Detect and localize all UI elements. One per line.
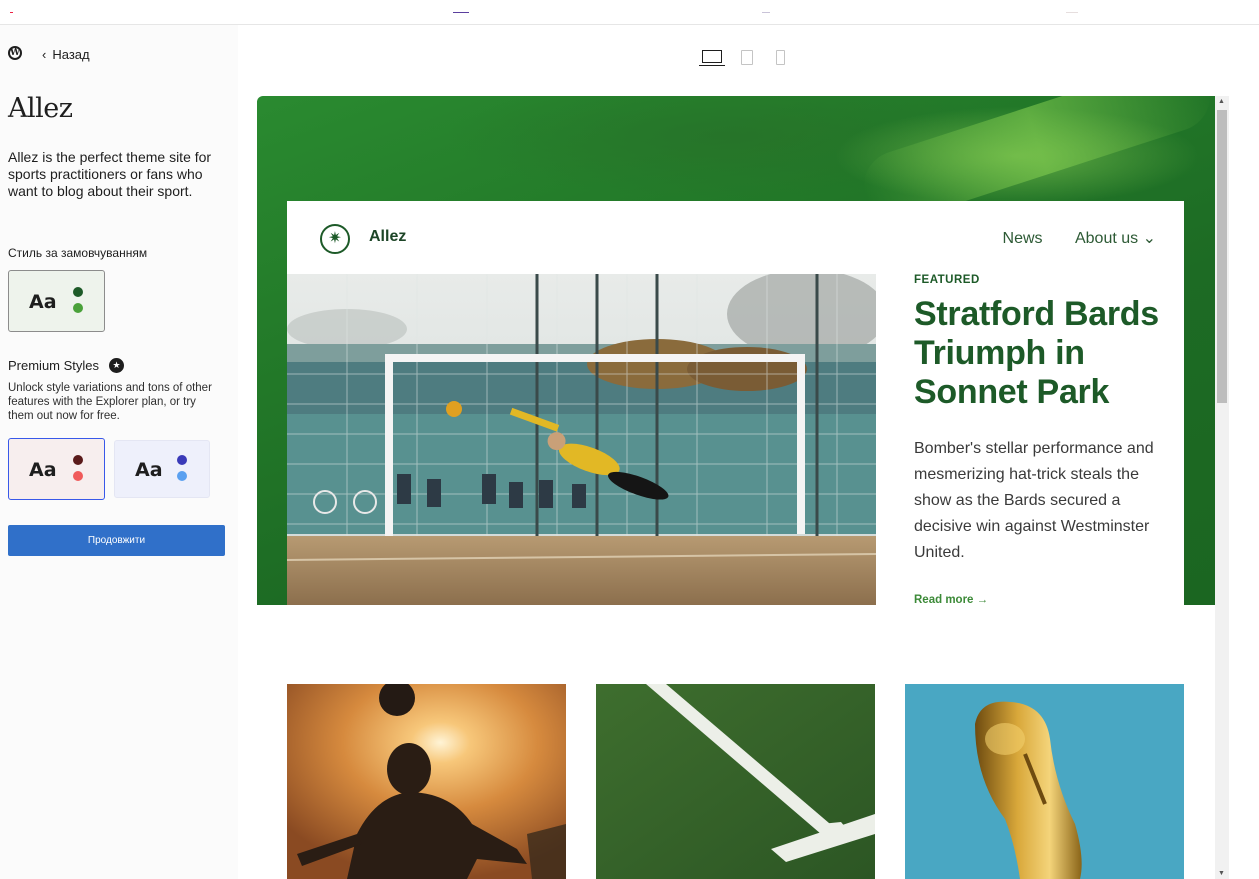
post-thumbnail-2[interactable]: [596, 684, 875, 879]
goalkeeper-photo: [287, 274, 876, 605]
preview-scrollbar[interactable]: ▲ ▼: [1215, 96, 1229, 879]
post-thumbnail-1[interactable]: [287, 684, 566, 879]
style-color-swatch: [177, 455, 187, 465]
site-navigation: News About us ⌄: [975, 228, 1156, 248]
browser-top-strip: [0, 0, 1259, 25]
featured-label: FEATURED: [914, 274, 980, 286]
wordpress-logo-icon[interactable]: W: [8, 46, 22, 60]
field-lines-photo: [596, 684, 875, 879]
theme-title: Allez: [8, 93, 73, 124]
sunset-header-photo: [287, 684, 566, 879]
premium-styles-title: Premium Styles: [8, 358, 100, 373]
style-sample-text: Aa: [135, 459, 163, 481]
strip-mark: [10, 12, 13, 13]
style-color-swatch: [73, 303, 83, 313]
strip-mark: [453, 12, 469, 13]
premium-star-icon: ★: [109, 358, 124, 373]
style-color-swatch: [177, 471, 187, 481]
scroll-up-icon[interactable]: ▲: [1218, 98, 1225, 105]
style-variation-premium-2[interactable]: Aa: [114, 440, 210, 498]
trophy-photo: [905, 684, 1184, 879]
strip-mark: [762, 12, 770, 13]
back-label: Назад: [52, 47, 90, 62]
featured-image[interactable]: [287, 274, 876, 605]
site-title[interactable]: Allez: [369, 228, 406, 246]
style-sample-text: Aa: [29, 459, 57, 481]
site-logo-icon[interactable]: ✷: [320, 224, 350, 254]
style-variation-default[interactable]: Aa: [8, 270, 105, 332]
post-thumbnail-3[interactable]: [905, 684, 1184, 879]
nav-item-about-us[interactable]: About us ⌄: [1075, 230, 1156, 247]
mobile-icon[interactable]: [776, 50, 785, 65]
back-button[interactable]: ‹ Назад: [42, 47, 90, 62]
theme-description: Allez is the perfect theme site for spor…: [8, 149, 212, 199]
style-variation-premium-1[interactable]: Aa: [8, 438, 105, 500]
premium-styles-description: Unlock style variations and tons of othe…: [8, 382, 212, 422]
desktop-icon[interactable]: [699, 50, 725, 66]
read-more-link[interactable]: Read more →: [914, 594, 988, 606]
theme-preview: ✷ Allez News About us ⌄ FEATURED Stratfo…: [257, 96, 1215, 879]
strip-mark: [1066, 12, 1078, 13]
style-sample-text: Aa: [29, 291, 57, 313]
style-color-swatch: [73, 287, 83, 297]
style-color-swatch: [73, 455, 83, 465]
default-style-label: Стиль за замовчуванням: [8, 246, 148, 260]
hero-card: ✷ Allez News About us ⌄ FEATURED Stratfo…: [287, 201, 1184, 606]
scroll-down-icon[interactable]: ▼: [1218, 870, 1225, 877]
tablet-icon[interactable]: [741, 50, 753, 65]
nav-item-news[interactable]: News: [1003, 230, 1043, 247]
continue-button[interactable]: Продовжити: [8, 525, 225, 556]
style-color-swatch: [73, 471, 83, 481]
scrollbar-thumb[interactable]: [1217, 110, 1227, 403]
chevron-left-icon: ‹: [42, 47, 47, 62]
featured-excerpt: Bomber's stellar performance and mesmeri…: [914, 440, 1154, 561]
featured-title[interactable]: Stratford Bards Triumph in Sonnet Park: [914, 295, 1179, 412]
